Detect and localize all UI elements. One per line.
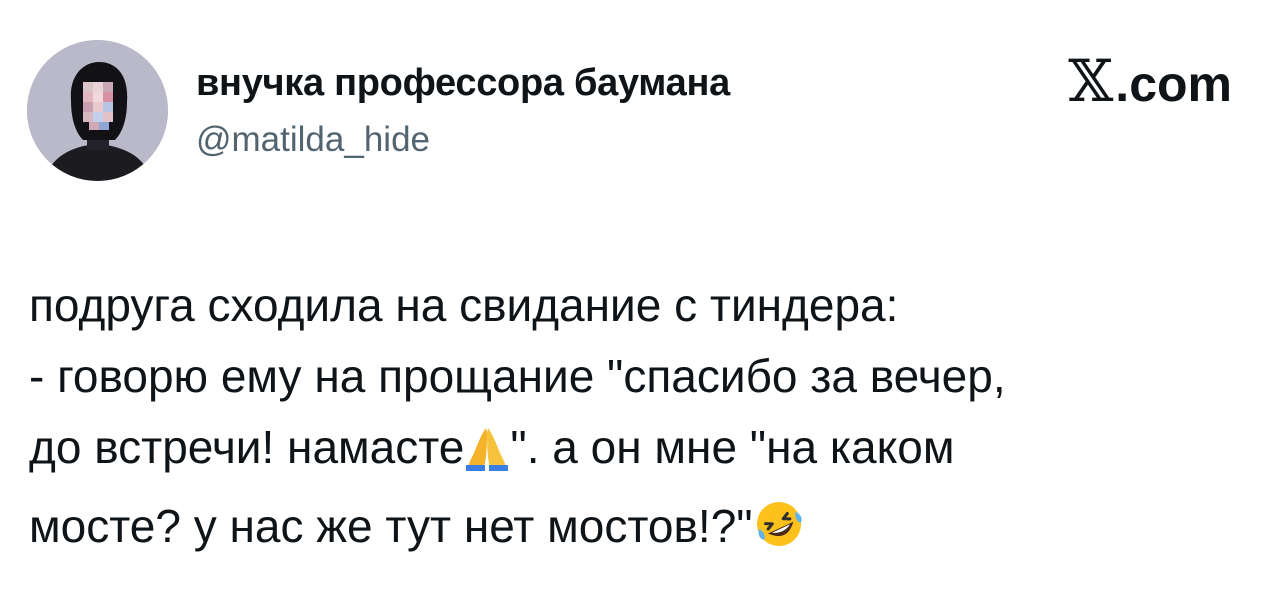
x-logo-icon: 𝕏 bbox=[1068, 47, 1114, 115]
tweet-text-fragment: ". а он мне "на каком bbox=[510, 421, 955, 473]
rolling-on-the-floor-laughing-emoji bbox=[753, 498, 805, 570]
brand-domain: .com bbox=[1115, 56, 1232, 112]
tweet-text: подруга сходила на свидание с тиндера: -… bbox=[29, 270, 1249, 570]
author-handle[interactable]: @matilda_hide bbox=[196, 120, 430, 160]
tweet-line: мосте? у нас же тут нет мостов!?" bbox=[29, 491, 1249, 570]
tweet-line: подруга сходила на свидание с тиндера: bbox=[29, 279, 899, 331]
tweet-text-fragment: мосте? у нас же тут нет мостов!?" bbox=[29, 500, 753, 552]
tweet-text-fragment: до встречи! намасте bbox=[29, 421, 465, 473]
profile-photo-avatar bbox=[27, 40, 168, 181]
tweet-line: - говорю ему на прощание "спасибо за веч… bbox=[29, 350, 1006, 402]
avatar[interactable] bbox=[27, 40, 168, 181]
folded-hands-emoji bbox=[464, 420, 510, 491]
brand-logo: 𝕏 .com bbox=[1068, 52, 1232, 113]
tweet-line: до встречи! намасте ". а он мне "на како… bbox=[29, 412, 1249, 491]
author-display-name[interactable]: внучка профессора баумана bbox=[196, 62, 730, 105]
